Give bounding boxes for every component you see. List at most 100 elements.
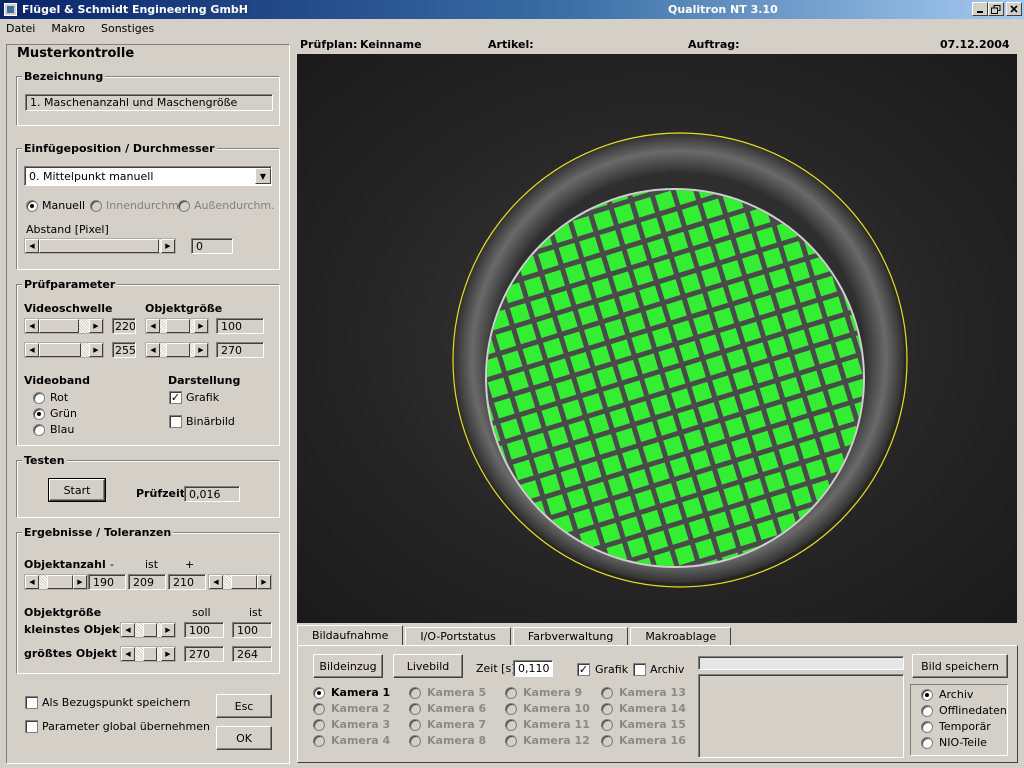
bezeichnung-field[interactable]: 1. Maschenanzahl und Maschengröße xyxy=(25,94,273,111)
camera-label: Kamera 15 xyxy=(619,718,686,731)
grafik-live-checkbox[interactable]: ✓ xyxy=(577,663,590,676)
arrow-left-icon[interactable]: ◀ xyxy=(121,623,135,637)
arrow-right-icon[interactable]: ▶ xyxy=(257,575,271,589)
camera-radio-16[interactable]: Kamera 16 xyxy=(601,734,686,747)
arrow-left-icon[interactable]: ◀ xyxy=(25,319,39,333)
objektgroesse-min-value[interactable]: 100 xyxy=(216,318,264,334)
radio-gruen[interactable] xyxy=(33,408,45,420)
objektgroesse-min-slider[interactable]: ◀ ▶ xyxy=(145,318,209,334)
videoschwelle-min-slider[interactable]: ◀ ▶ xyxy=(24,318,104,334)
binaerbild-checkbox[interactable] xyxy=(169,415,182,428)
menu-datei[interactable]: Datei xyxy=(4,22,37,35)
pruefplan-label: Prüfplan: xyxy=(300,38,358,51)
menu-makro[interactable]: Makro xyxy=(49,22,87,35)
plus-label: + xyxy=(185,558,195,571)
anzahl-min-value[interactable]: 190 xyxy=(88,574,126,590)
arrow-right-icon[interactable]: ▶ xyxy=(89,343,103,357)
save-option-temporaer[interactable]: Temporär xyxy=(921,720,991,733)
restore-icon[interactable] xyxy=(988,2,1004,16)
esc-button[interactable]: Esc xyxy=(216,694,272,718)
chevron-down-icon[interactable]: ▼ xyxy=(255,168,271,184)
arrow-right-icon[interactable]: ▶ xyxy=(73,575,87,589)
objektgroesse-max-value[interactable]: 270 xyxy=(216,342,264,358)
bezugspunkt-checkbox[interactable] xyxy=(25,696,38,709)
save-option-nio-teile[interactable]: NIO-Teile xyxy=(921,736,987,749)
arrow-left-icon[interactable]: ◀ xyxy=(25,239,39,253)
camera-radio-3[interactable]: Kamera 3 xyxy=(313,718,390,731)
anzahl-min-slider[interactable]: ◀ ▶ xyxy=(24,574,88,590)
camera-radio-12[interactable]: Kamera 12 xyxy=(505,734,590,747)
arrow-left-icon[interactable]: ◀ xyxy=(25,343,39,357)
groesstes-slider[interactable]: ◀ ▶ xyxy=(120,646,176,662)
radio-manuell[interactable] xyxy=(26,200,38,212)
camera-radio-6[interactable]: Kamera 6 xyxy=(409,702,486,715)
radio-blau[interactable] xyxy=(33,424,45,436)
livebild-button[interactable]: Livebild xyxy=(393,654,463,678)
camera-radio-14[interactable]: Kamera 14 xyxy=(601,702,686,715)
tab-io-portstatus[interactable]: I/O-Portstatus xyxy=(405,627,511,646)
radio-gruen-label: Grün xyxy=(50,407,77,420)
pruefzeit-value[interactable]: 0,016 xyxy=(184,486,240,502)
anzahl-max-slider[interactable]: ◀ ▶ xyxy=(208,574,272,590)
tab-makroablage[interactable]: Makroablage xyxy=(630,627,732,646)
save-option-offlinedaten[interactable]: Offlinedaten xyxy=(921,704,1007,717)
arrow-right-icon[interactable]: ▶ xyxy=(194,319,208,333)
start-button[interactable]: Start xyxy=(48,478,106,502)
camera-radio-4[interactable]: Kamera 4 xyxy=(313,734,390,747)
camera-radio-8[interactable]: Kamera 8 xyxy=(409,734,486,747)
objektgroesse-max-slider[interactable]: ◀ ▶ xyxy=(145,342,209,358)
kleinstes-slider[interactable]: ◀ ▶ xyxy=(120,622,176,638)
camera-radio-1[interactable]: Kamera 1 xyxy=(313,686,390,699)
arrow-left-icon[interactable]: ◀ xyxy=(121,647,135,661)
archiv-checkbox[interactable] xyxy=(633,663,646,676)
zeit-value[interactable]: 0,110 xyxy=(513,660,553,677)
arrow-right-icon[interactable]: ▶ xyxy=(194,343,208,357)
camera-image[interactable] xyxy=(297,54,1017,623)
save-option-archiv[interactable]: Archiv xyxy=(921,688,973,701)
arrow-right-icon[interactable]: ▶ xyxy=(161,647,175,661)
kleinstes-ist-value[interactable]: 100 xyxy=(232,622,272,638)
abstand-slider[interactable]: ◀ ▶ xyxy=(24,238,176,254)
pruefparameter-title: Prüfparameter xyxy=(22,278,118,291)
arrow-left-icon[interactable]: ◀ xyxy=(146,319,160,333)
arrow-left-icon[interactable]: ◀ xyxy=(146,343,160,357)
minimize-icon[interactable] xyxy=(972,2,988,16)
tab-bildaufnahme[interactable]: Bildaufnahme xyxy=(297,625,404,646)
camera-radio-15[interactable]: Kamera 15 xyxy=(601,718,686,731)
radio-innendurchm[interactable] xyxy=(90,200,102,212)
camera-radio-5[interactable]: Kamera 5 xyxy=(409,686,486,699)
bildeinzug-button[interactable]: Bildeinzug xyxy=(313,654,383,678)
anzahl-ist-value[interactable]: 209 xyxy=(128,574,166,590)
parameter-global-checkbox[interactable] xyxy=(25,720,38,733)
arrow-left-icon[interactable]: ◀ xyxy=(209,575,223,589)
radio-rot[interactable] xyxy=(33,392,45,404)
camera-radio-2[interactable]: Kamera 2 xyxy=(313,702,390,715)
groesstes-soll-value[interactable]: 270 xyxy=(184,646,224,662)
close-icon[interactable] xyxy=(1006,2,1022,16)
camera-radio-7[interactable]: Kamera 7 xyxy=(409,718,486,731)
ok-button[interactable]: OK xyxy=(216,726,272,750)
app-icon[interactable] xyxy=(4,3,17,16)
arrow-right-icon[interactable]: ▶ xyxy=(161,239,175,253)
bild-speichern-button[interactable]: Bild speichern xyxy=(912,654,1008,678)
radio-aussendurchm[interactable] xyxy=(178,200,190,212)
tab-farbverwaltung[interactable]: Farbverwaltung xyxy=(512,627,629,646)
videoschwelle-max-value[interactable]: 255 xyxy=(112,342,136,358)
camera-radio-13[interactable]: Kamera 13 xyxy=(601,686,686,699)
camera-radio-10[interactable]: Kamera 10 xyxy=(505,702,590,715)
arrow-left-icon[interactable]: ◀ xyxy=(25,575,39,589)
videoschwelle-min-value[interactable]: 220 xyxy=(112,318,136,334)
abstand-value[interactable]: 0 xyxy=(191,238,233,254)
camera-radio-9[interactable]: Kamera 9 xyxy=(505,686,582,699)
save-option-nio-teile-label: NIO-Teile xyxy=(939,736,987,749)
grafik-checkbox[interactable]: ✓ xyxy=(169,391,182,404)
videoschwelle-max-slider[interactable]: ◀ ▶ xyxy=(24,342,104,358)
arrow-right-icon[interactable]: ▶ xyxy=(89,319,103,333)
arrow-right-icon[interactable]: ▶ xyxy=(161,623,175,637)
menu-sonstiges[interactable]: Sonstiges xyxy=(99,22,156,35)
camera-radio-11[interactable]: Kamera 11 xyxy=(505,718,590,731)
kleinstes-soll-value[interactable]: 100 xyxy=(184,622,224,638)
anzahl-max-value[interactable]: 210 xyxy=(168,574,206,590)
groesstes-ist-value[interactable]: 264 xyxy=(232,646,272,662)
position-dropdown[interactable]: 0. Mittelpunkt manuell ▼ xyxy=(24,166,272,186)
